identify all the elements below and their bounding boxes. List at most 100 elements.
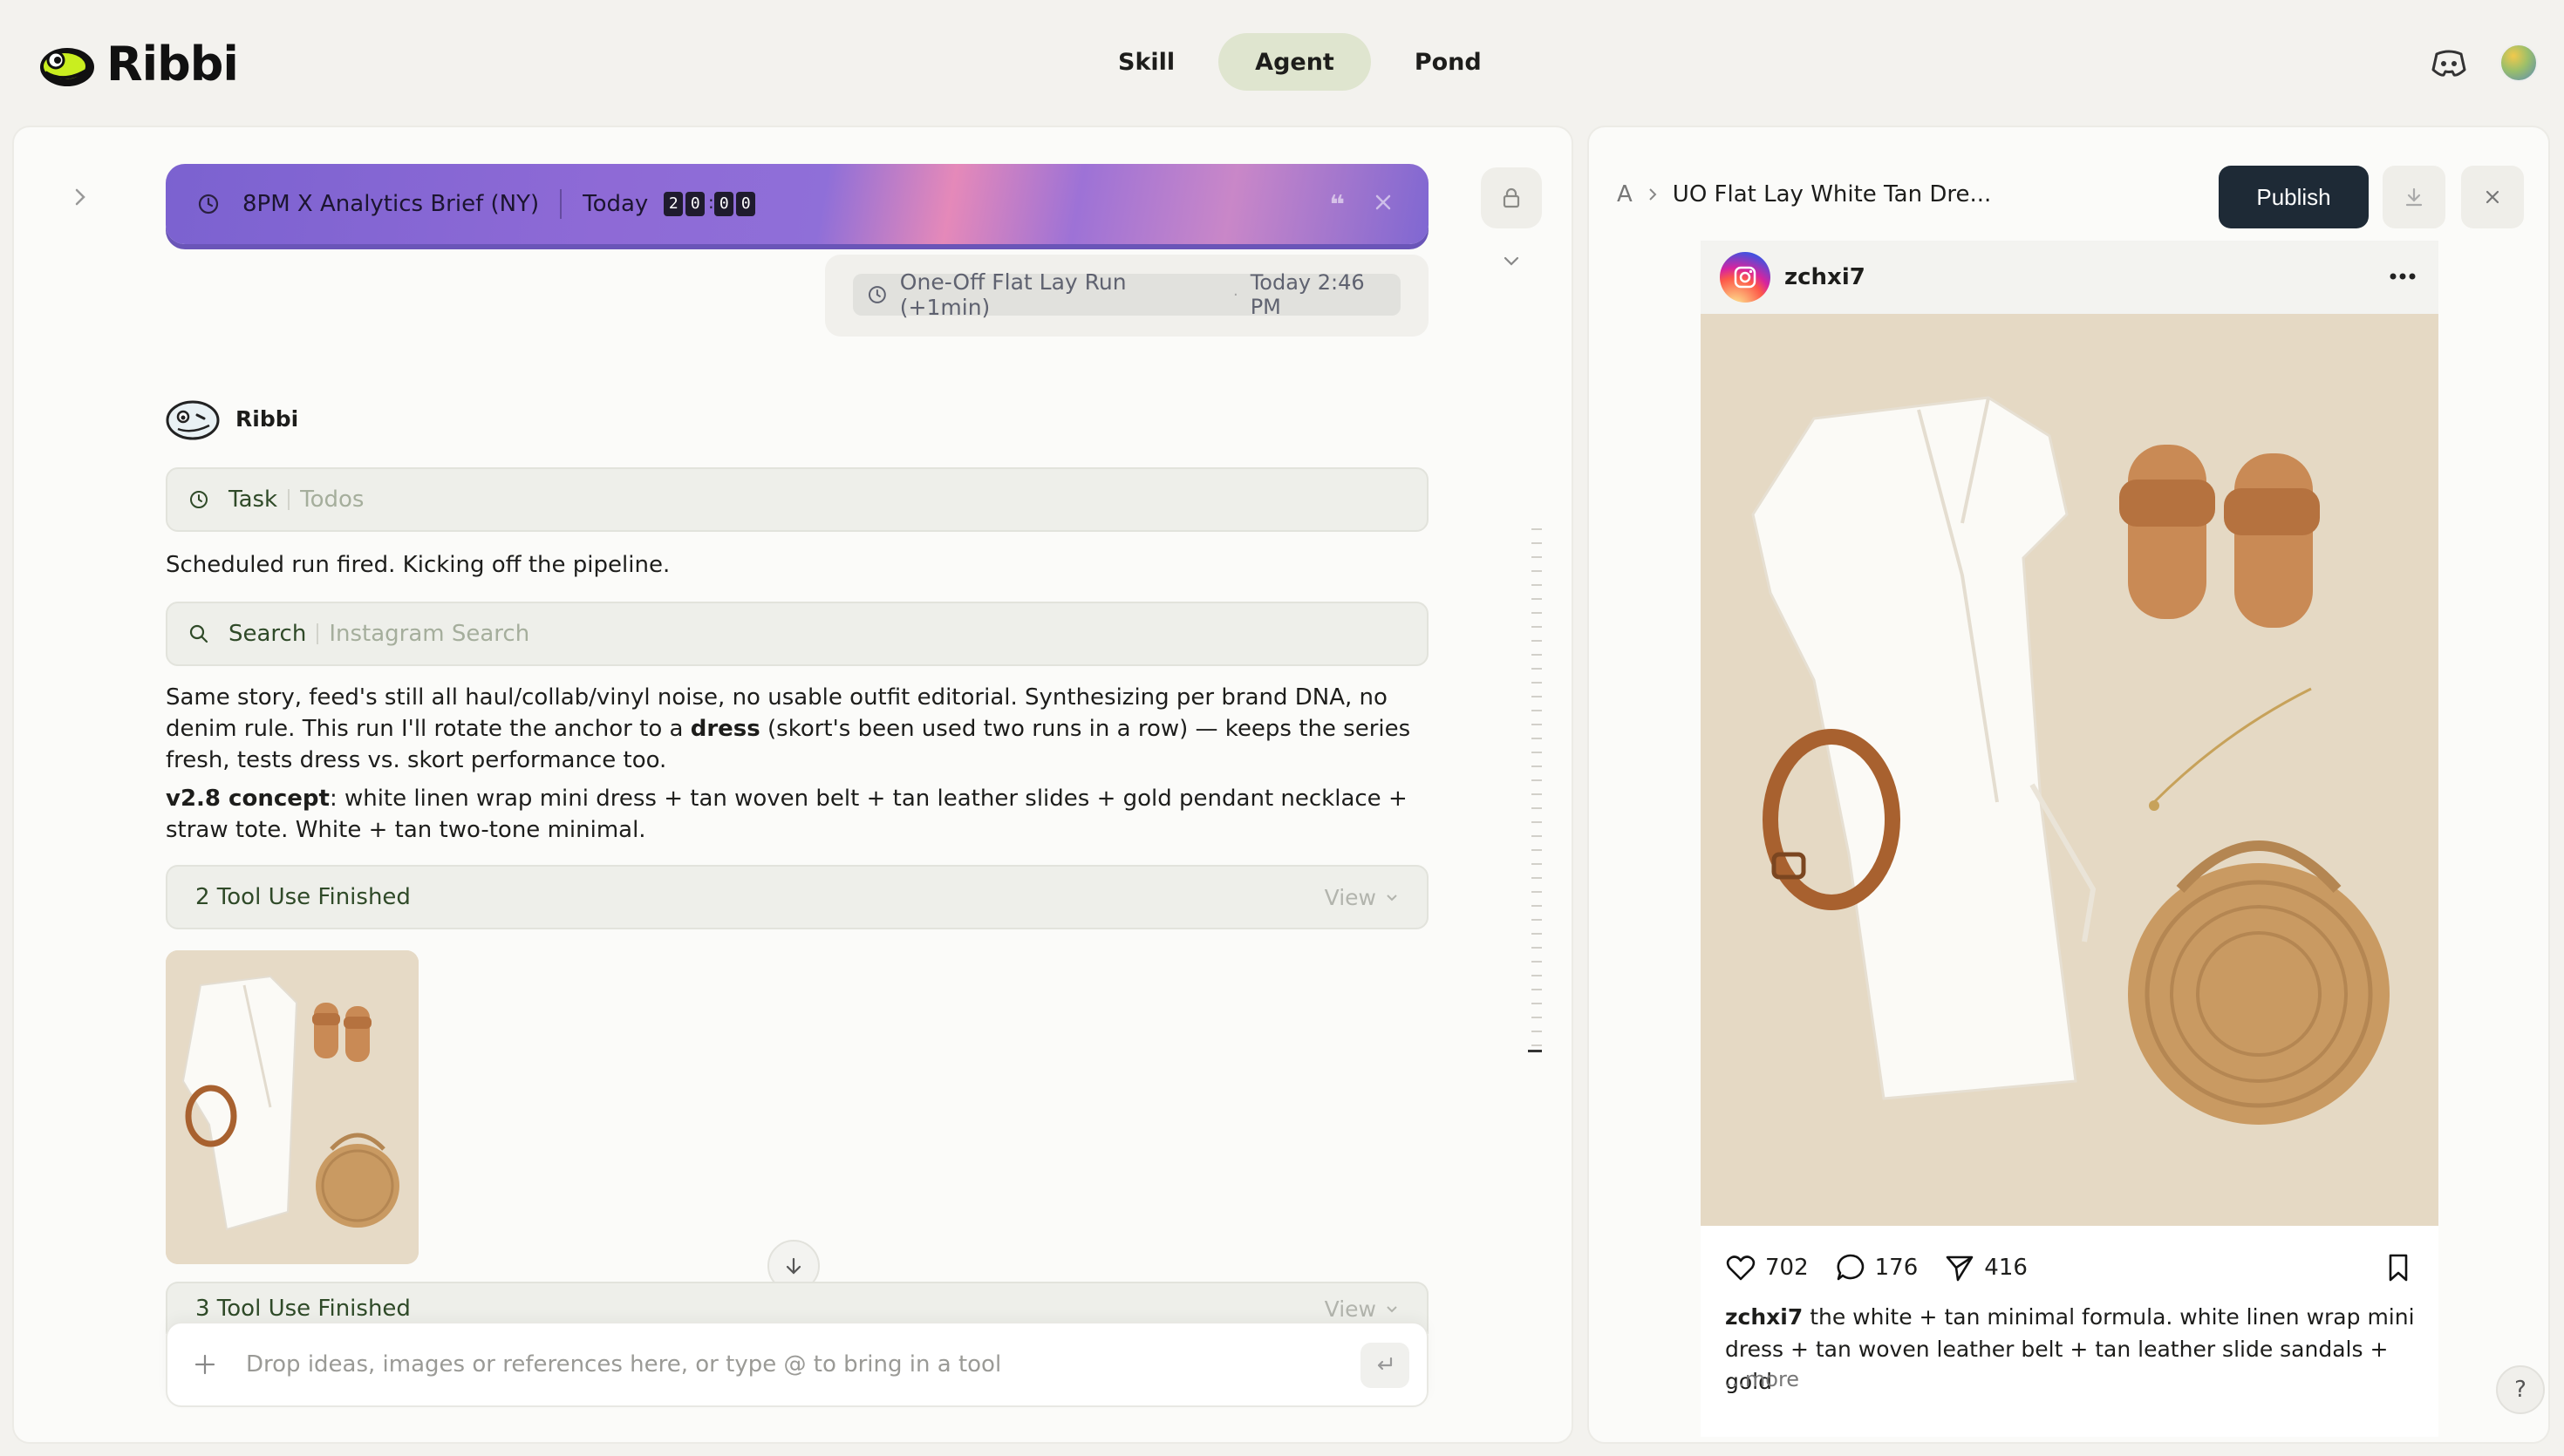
agent-header: Ribbi	[166, 396, 298, 441]
tool-use-summary: 2 Tool Use Finished	[195, 884, 411, 910]
post-image[interactable]	[1701, 314, 2438, 1226]
top-bar: Ribbi Skill Agent Pond	[0, 0, 2564, 122]
oneoff-run-pill[interactable]: One-Off Flat Lay Run (+1min) · Today 2:4…	[853, 269, 1401, 320]
breadcrumb-root[interactable]: A	[1617, 181, 1633, 208]
flat-lay-image	[1701, 314, 2438, 1226]
more-options-icon[interactable]	[2386, 263, 2419, 289]
flat-lay-image	[166, 950, 419, 1264]
share-icon	[1946, 1255, 1974, 1282]
search-tool-row[interactable]: Search Instagram Search	[166, 602, 1429, 666]
scroll-timeline[interactable]	[1531, 528, 1542, 1051]
discord-icon[interactable]	[2431, 49, 2466, 77]
share-count: 416	[1984, 1255, 2028, 1281]
agent-message: v2.8 concept: white linen wrap mini dres…	[166, 783, 1448, 846]
preview-panel: A UO Flat Lay White Tan Dre... Publish z…	[1587, 126, 2550, 1444]
bookmark-icon[interactable]	[2383, 1252, 2414, 1283]
quote-icon[interactable]: ❝	[1329, 190, 1345, 221]
tab-agent[interactable]: Agent	[1218, 33, 1371, 91]
message-emphasis: v2.8 concept	[166, 786, 330, 812]
clock-icon	[190, 491, 208, 508]
message-text: : white linen wrap mini dress + tan wove…	[166, 786, 1408, 843]
view-toggle[interactable]: View	[1325, 1296, 1399, 1322]
lock-icon	[1503, 187, 1520, 208]
chevron-down-icon[interactable]	[1500, 249, 1523, 272]
lock-button[interactable]	[1481, 167, 1542, 228]
countdown-digit: 2	[664, 192, 684, 216]
view-label: View	[1324, 1296, 1376, 1322]
chevron-right-icon[interactable]	[68, 185, 92, 209]
scheduled-task-banner[interactable]: 8PM X Analytics Brief (NY) Today 20:00 ❝	[166, 164, 1429, 244]
countdown-digit: 0	[685, 192, 706, 216]
like-action[interactable]: 702	[1725, 1252, 1809, 1283]
divider	[288, 489, 290, 510]
oneoff-run-time: Today 2:46 PM	[1250, 270, 1365, 319]
instagram-icon	[1720, 252, 1770, 303]
comment-action[interactable]: 176	[1835, 1252, 1919, 1283]
countdown-colon: :	[707, 192, 714, 213]
post-header: zchxi7	[1701, 241, 2438, 314]
comment-icon	[1837, 1254, 1864, 1281]
download-icon	[2405, 187, 2423, 207]
tool-use-finished-row[interactable]: 2 Tool Use Finished View	[166, 865, 1429, 929]
post-actions: 702 176 416	[1725, 1252, 2054, 1283]
countdown-digit: 0	[736, 192, 756, 216]
chevron-down-icon	[1387, 895, 1397, 901]
plus-icon[interactable]	[194, 1353, 216, 1376]
separator-dot: ·	[1232, 285, 1238, 304]
comment-count: 176	[1874, 1255, 1919, 1281]
share-action[interactable]: 416	[1944, 1252, 2028, 1283]
clock-icon	[868, 286, 886, 303]
composer-input[interactable]	[246, 1351, 1327, 1378]
agent-message: Scheduled run fired. Kicking off the pip…	[166, 552, 671, 578]
chevron-right-icon	[1649, 188, 1657, 201]
tab-pond[interactable]: Pond	[1378, 33, 1518, 91]
caption-text: the white + tan minimal formula. white l…	[1725, 1304, 2415, 1394]
help-button[interactable]: ?	[2496, 1365, 2545, 1414]
arrow-down-icon	[786, 1257, 801, 1275]
top-right-actions	[2431, 44, 2538, 82]
download-button[interactable]	[2383, 166, 2445, 228]
agent-message: Same story, feed's still all haul/collab…	[166, 682, 1448, 776]
tool-sublabel: Todos	[300, 486, 365, 513]
chevron-down-icon	[1387, 1306, 1397, 1313]
countdown-digit: 0	[714, 192, 734, 216]
oneoff-run-title: One-Off Flat Lay Run (+1min)	[899, 269, 1127, 320]
instagram-post-preview: zchxi7 702 176 416 zchxi7 the white + ta…	[1701, 241, 2438, 1437]
publish-button[interactable]: Publish	[2219, 166, 2369, 228]
frog-logo-icon	[40, 47, 94, 86]
app-name: Ribbi	[106, 37, 239, 92]
user-avatar[interactable]	[2499, 44, 2538, 82]
caption-username[interactable]: zchxi7	[1725, 1304, 1803, 1330]
frog-avatar-icon	[166, 400, 220, 440]
clock-icon	[198, 194, 219, 214]
generated-image-thumbnail[interactable]	[166, 950, 419, 1264]
tab-skill[interactable]: Skill	[1081, 33, 1211, 91]
close-preview-button[interactable]	[2461, 166, 2524, 228]
user-message-card: One-Off Flat Lay Run (+1min) · Today 2:4…	[825, 255, 1429, 337]
main-nav: Skill Agent Pond	[1081, 33, 1518, 91]
close-icon	[2486, 190, 2499, 204]
divider	[317, 623, 319, 644]
post-caption: zchxi7 the white + tan minimal formula. …	[1725, 1301, 2423, 1398]
chat-panel: 8PM X Analytics Brief (NY) Today 20:00 ❝…	[12, 126, 1573, 1444]
caption-more-link[interactable]: ...more	[1725, 1367, 1799, 1391]
scheduled-task-day: Today	[583, 191, 649, 217]
view-toggle[interactable]: View	[1325, 885, 1399, 910]
post-username[interactable]: zchxi7	[1784, 264, 1865, 290]
send-button[interactable]	[1360, 1343, 1409, 1388]
view-label: View	[1324, 884, 1376, 910]
tool-label: Search	[228, 621, 307, 647]
heart-icon	[1726, 1255, 1756, 1281]
app-logo[interactable]: Ribbi	[38, 37, 239, 92]
divider	[560, 189, 563, 219]
message-composer	[166, 1322, 1429, 1407]
scheduled-task-title: 8PM X Analytics Brief (NY)	[242, 191, 540, 217]
close-icon[interactable]	[1373, 192, 1394, 213]
search-icon	[189, 624, 208, 643]
agent-name: Ribbi	[235, 405, 299, 432]
return-icon	[1377, 1357, 1393, 1371]
preview-title: UO Flat Lay White Tan Dre...	[1672, 181, 1992, 208]
scroll-position-marker	[1528, 1050, 1542, 1052]
task-tool-row[interactable]: Task Todos	[166, 467, 1429, 532]
tool-sublabel: Instagram Search	[329, 621, 530, 647]
